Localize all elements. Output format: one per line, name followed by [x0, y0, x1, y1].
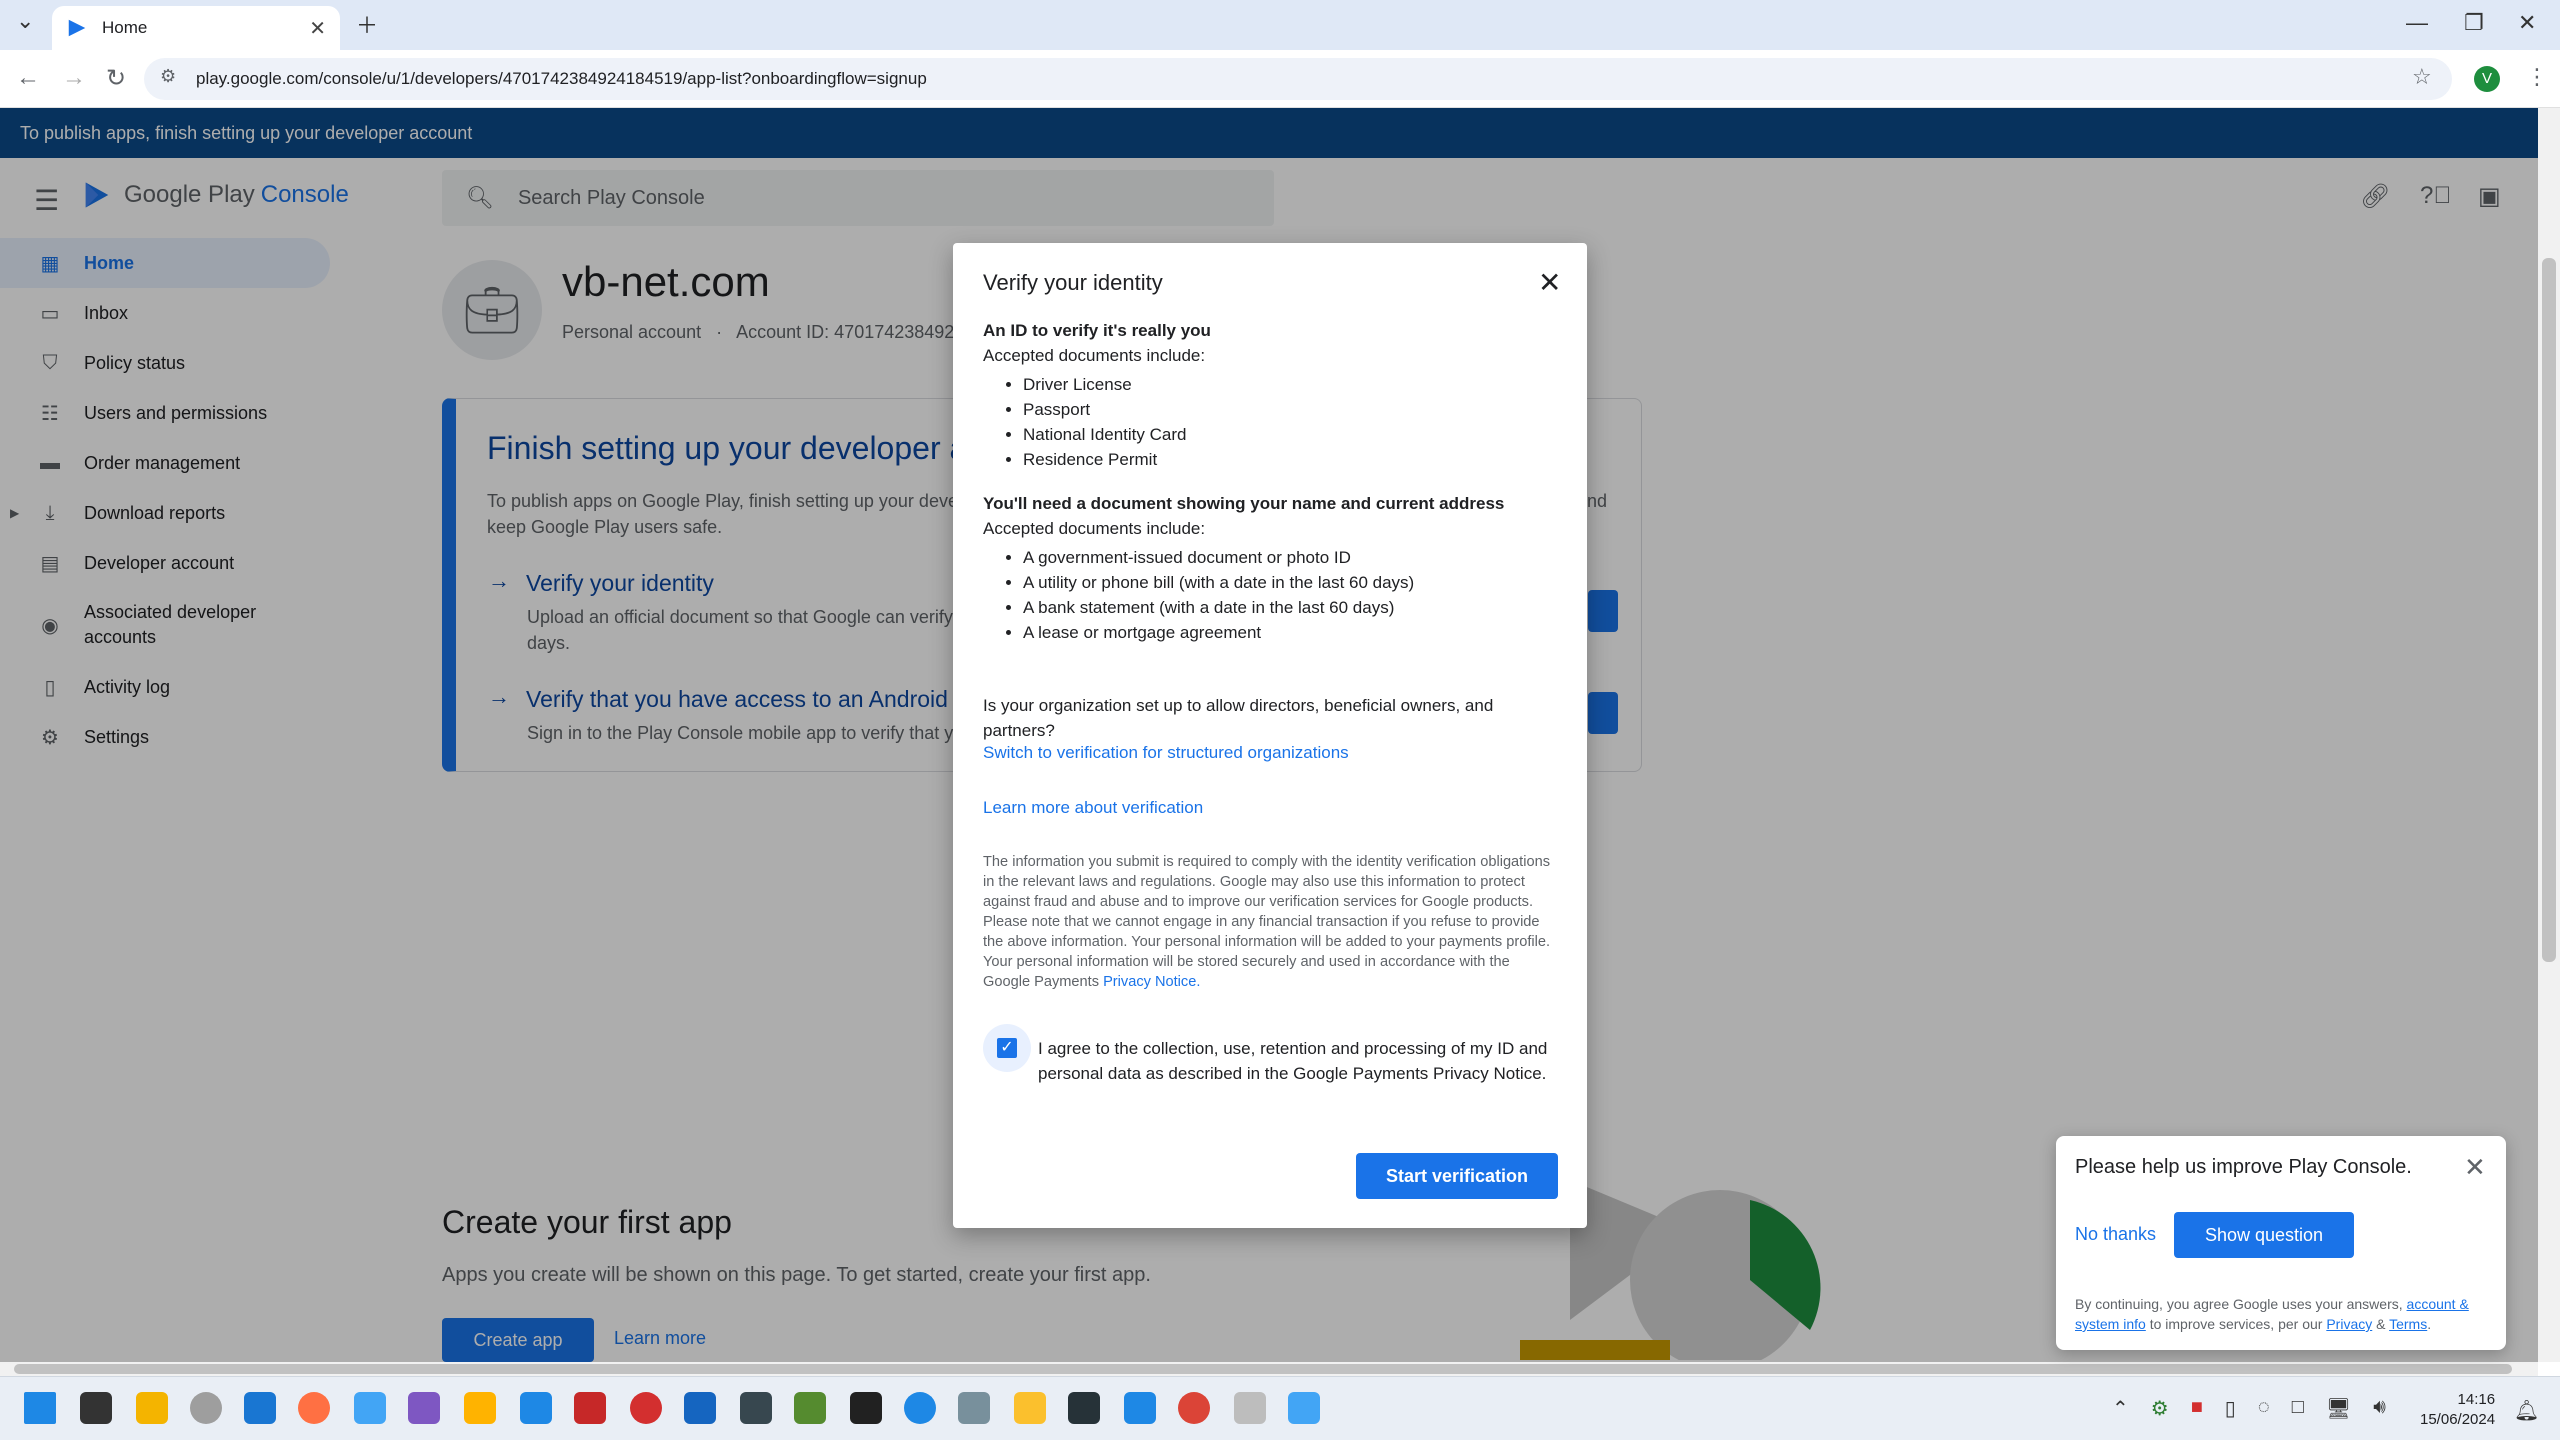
- notification-bell-icon[interactable]: 🔔︎: [2514, 1398, 2539, 1423]
- address-bar[interactable]: play.google.com/console/u/1/developers/4…: [144, 58, 2452, 100]
- accepted-label: Accepted documents include:: [983, 519, 1206, 538]
- feedback-title: Please help us improve Play Console.: [2075, 1156, 2412, 1178]
- minimize-icon[interactable]: —: [2406, 10, 2428, 36]
- firefox-icon[interactable]: [298, 1392, 330, 1424]
- app-icon[interactable]: [794, 1392, 826, 1424]
- privacy-notice-link[interactable]: Privacy Notice.: [1103, 974, 1200, 990]
- org-question: Is your organization set up to allow dir…: [983, 696, 1494, 740]
- address-heading: You'll need a document showing your name…: [983, 494, 1505, 513]
- id-docs-list: Driver License Passport National Identit…: [983, 372, 1557, 472]
- terms-link[interactable]: Terms: [2389, 1316, 2427, 1332]
- app-icon[interactable]: [1234, 1392, 1266, 1424]
- tab-title: Home: [102, 18, 148, 37]
- learn-more-verification-link[interactable]: Learn more about verification: [983, 798, 1203, 818]
- consent-label[interactable]: I agree to the collection, use, retentio…: [1038, 1036, 1558, 1086]
- accepted-label: Accepted documents include:: [983, 346, 1206, 365]
- id-heading: An ID to verify it's really you: [983, 321, 1211, 340]
- app-icon[interactable]: [244, 1392, 276, 1424]
- clock-time: 14:16: [2457, 1391, 2496, 1408]
- chrome-icon[interactable]: [1178, 1392, 1210, 1424]
- feedback-note-text: .: [2427, 1316, 2432, 1332]
- tray-app-icon[interactable]: ◌: [2258, 1396, 2270, 1421]
- forward-icon[interactable]: →: [62, 64, 86, 92]
- list-item: A lease or mortgage agreement: [1023, 620, 1557, 645]
- app-icon[interactable]: [1124, 1392, 1156, 1424]
- tab-search-chevron-icon[interactable]: ⌄: [16, 8, 34, 34]
- play-console-favicon-icon: [68, 19, 86, 37]
- app-icon[interactable]: [354, 1392, 386, 1424]
- terminal-icon[interactable]: [1068, 1392, 1100, 1424]
- app-icon[interactable]: [630, 1392, 662, 1424]
- reload-icon[interactable]: ↻: [106, 64, 126, 93]
- tab-close-icon[interactable]: ✕: [309, 16, 326, 41]
- clock-date: 15/06/2024: [2420, 1411, 2496, 1428]
- volume-icon[interactable]: 🔊︎: [2373, 1396, 2386, 1421]
- app-icon[interactable]: [1288, 1392, 1320, 1424]
- list-item: Residence Permit: [1023, 447, 1557, 472]
- bookmark-star-icon[interactable]: ☆: [2412, 64, 2432, 90]
- filezilla-icon[interactable]: [574, 1392, 606, 1424]
- app-icon[interactable]: [1014, 1392, 1046, 1424]
- app-icon[interactable]: [850, 1392, 882, 1424]
- privacy-link[interactable]: Privacy: [2326, 1316, 2372, 1332]
- app-icon[interactable]: [740, 1392, 772, 1424]
- restore-icon[interactable]: ❐: [2464, 10, 2484, 36]
- clock[interactable]: 14:16 15/06/2024: [2420, 1390, 2495, 1430]
- url-text: play.google.com/console/u/1/developers/4…: [196, 69, 927, 88]
- feedback-note-text: to improve services, per our: [2149, 1316, 2323, 1332]
- browser-menu-icon[interactable]: ⋮: [2526, 64, 2548, 90]
- tray-window-icon[interactable]: □: [2292, 1396, 2304, 1421]
- id-section: An ID to verify it's really you Accepted…: [983, 318, 1557, 472]
- dialog-title: Verify your identity: [983, 270, 1163, 295]
- task-view-icon[interactable]: [80, 1392, 112, 1424]
- app-icon[interactable]: [958, 1392, 990, 1424]
- usb-icon[interactable]: ▯: [2225, 1396, 2236, 1421]
- tray-app-icon[interactable]: ■: [2191, 1396, 2203, 1421]
- feedback-note-text: &: [2376, 1316, 2386, 1332]
- profile-avatar[interactable]: V: [2474, 66, 2500, 92]
- app-icon[interactable]: [464, 1392, 496, 1424]
- feedback-note-text: By continuing, you agree Google uses you…: [2075, 1296, 2403, 1312]
- fine-print: The information you submit is required t…: [983, 852, 1557, 992]
- list-item: National Identity Card: [1023, 422, 1557, 447]
- consent-checkbox[interactable]: ✓: [997, 1038, 1017, 1058]
- structured-org-link[interactable]: Switch to verification for structured or…: [983, 743, 1349, 763]
- visual-studio-icon[interactable]: [408, 1392, 440, 1424]
- browser-tab-home[interactable]: Home ✕: [52, 6, 340, 50]
- feedback-note: By continuing, you agree Google uses you…: [2075, 1294, 2495, 1334]
- dialog-close-icon[interactable]: ✕: [1538, 266, 1561, 299]
- list-item: A bank statement (with a date in the las…: [1023, 595, 1557, 620]
- list-item: Driver License: [1023, 372, 1557, 397]
- address-section: You'll need a document showing your name…: [983, 491, 1557, 645]
- show-question-button[interactable]: Show question: [2174, 1212, 2354, 1258]
- tray-app-icon[interactable]: ⚙: [2151, 1396, 2169, 1421]
- site-info-icon[interactable]: ⚙: [160, 66, 176, 87]
- vertical-scroll-thumb[interactable]: [2542, 258, 2556, 962]
- list-item: A government-issued document or photo ID: [1023, 545, 1557, 570]
- list-item: A utility or phone bill (with a date in …: [1023, 570, 1557, 595]
- browser-tab-strip: [0, 0, 2560, 50]
- window-close-icon[interactable]: ✕: [2518, 10, 2536, 36]
- feedback-close-icon[interactable]: ✕: [2464, 1152, 2486, 1183]
- back-icon[interactable]: ←: [16, 64, 40, 92]
- horizontal-scroll-thumb[interactable]: [14, 1364, 2512, 1374]
- app-icon[interactable]: [190, 1392, 222, 1424]
- tray-chevron-icon[interactable]: ⌃: [2112, 1396, 2129, 1421]
- vscode-icon[interactable]: [520, 1392, 552, 1424]
- new-tab-icon[interactable]: ＋: [356, 8, 378, 40]
- system-tray: ⌃ ⚙ ■ ▯ ◌ □ 🖥︎ 🔊︎: [2112, 1396, 2386, 1421]
- start-verification-button[interactable]: Start verification: [1356, 1153, 1558, 1199]
- fine-print-text: The information you submit is required t…: [983, 854, 1551, 990]
- shield-app-icon[interactable]: [684, 1392, 716, 1424]
- app-icon[interactable]: [904, 1392, 936, 1424]
- list-item: Passport: [1023, 397, 1557, 422]
- windows-start-icon[interactable]: [24, 1392, 56, 1424]
- address-docs-list: A government-issued document or photo ID…: [983, 545, 1557, 645]
- no-thanks-button[interactable]: No thanks: [2075, 1224, 2156, 1245]
- file-explorer-icon[interactable]: [136, 1392, 168, 1424]
- network-icon[interactable]: 🖥︎: [2326, 1396, 2351, 1421]
